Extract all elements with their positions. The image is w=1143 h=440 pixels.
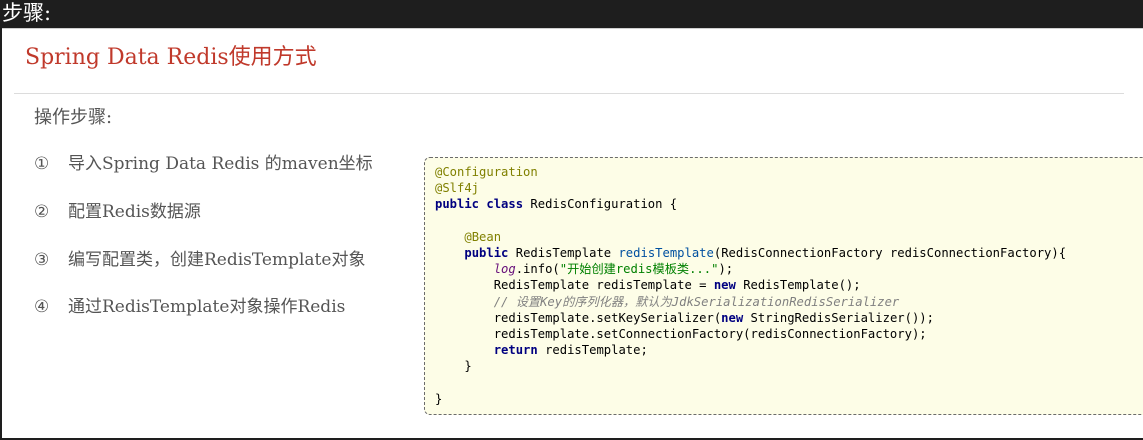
code-keyword: public (464, 245, 516, 260)
code-text: StringRedisSerializer()); (750, 310, 934, 325)
code-line: @Bean (435, 229, 1143, 245)
code-keyword: public class (435, 197, 531, 212)
step-item: ② 配置Redis数据源 (34, 199, 201, 225)
code-line: RedisTemplate redisTemplate = new RedisT… (435, 277, 1143, 293)
step-text: 导入Spring Data Redis 的maven坐标 (68, 154, 373, 174)
code-line: public RedisTemplate redisTemplate(Redis… (435, 245, 1143, 261)
code-text: ); (718, 262, 734, 277)
step-text: 编写配置类，创建RedisTemplate对象 (68, 250, 366, 270)
step-number: ③ (34, 250, 50, 270)
step-number: ④ (34, 297, 50, 317)
code-line: log.info("开始创建redis模板类..."); (435, 261, 1143, 277)
code-line: public class RedisConfiguration { (435, 196, 1143, 212)
title-divider (14, 93, 1124, 94)
code-keyword: return (493, 343, 546, 358)
code-block: @Configuration @Slf4j public class Redis… (424, 157, 1143, 415)
code-text: redisTemplate.setConnectionFactory(redis… (493, 326, 927, 341)
code-line: // 设置Key的序列化器，默认为JdkSerializationRedisSe… (435, 294, 1143, 310)
step-item: ④ 通过RedisTemplate对象操作Redis (34, 294, 345, 320)
step-number: ① (34, 154, 50, 174)
code-line: redisTemplate.setKeySerializer(new Strin… (435, 310, 1143, 326)
section-title: Spring Data Redis使用方式 (25, 45, 317, 70)
code-line: } (435, 358, 1143, 374)
step-text: 配置Redis数据源 (68, 202, 201, 222)
code-line: } (435, 391, 1143, 407)
code-field: log (493, 262, 516, 277)
code-line: @Slf4j (435, 180, 1143, 196)
page: 步骤: Spring Data Redis使用方式 操作步骤: ① 导入Sprin… (0, 0, 1143, 440)
code-text: (RedisConnectionFactory redisConnectionF… (713, 245, 1067, 260)
code-line: redisTemplate.setConnectionFactory(redis… (435, 326, 1143, 342)
steps-heading: 操作步骤: (34, 107, 113, 128)
code-text: .info( (515, 262, 560, 277)
code-text: RedisTemplate (515, 245, 619, 260)
code-text: RedisTemplate(); (743, 278, 861, 293)
code-text: } (464, 359, 472, 374)
step-item: ① 导入Spring Data Redis 的maven坐标 (34, 151, 373, 177)
step-text: 通过RedisTemplate对象操作Redis (68, 297, 346, 317)
code-text: RedisTemplate redisTemplate = (493, 278, 714, 293)
top-bar-title: 步骤: (2, 1, 52, 25)
step-number: ② (34, 202, 50, 222)
code-comment: // 设置Key的序列化器，默认为JdkSerializationRedisSe… (493, 294, 900, 309)
code-annotation: @Bean (464, 229, 502, 244)
code-line: @Configuration (435, 164, 1143, 180)
code-method-name: redisTemplate (618, 245, 714, 260)
code-text: redisTemplate.setKeySerializer( (493, 310, 722, 325)
step-item: ③ 编写配置类，创建RedisTemplate对象 (34, 247, 365, 273)
code-keyword: new (713, 278, 744, 293)
code-line: return redisTemplate; (435, 342, 1143, 358)
code-text: RedisConfiguration { (530, 197, 678, 212)
code-annotation: @Slf4j (435, 181, 480, 196)
code-text: redisTemplate; (545, 343, 648, 358)
code-text: } (435, 391, 443, 406)
code-annotation: @Configuration (435, 165, 538, 179)
code-string: "开始创建redis模板类..." (559, 262, 719, 277)
code-keyword: new (721, 310, 751, 325)
top-bar: 步骤: (0, 0, 1143, 28)
slide-content: Spring Data Redis使用方式 操作步骤: ① 导入Spring Da… (2, 28, 1143, 438)
